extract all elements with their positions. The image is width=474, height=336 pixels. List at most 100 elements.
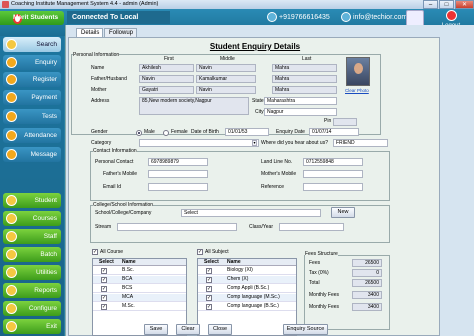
phone-icon: [267, 12, 277, 22]
subject-name-header: Name: [227, 259, 241, 265]
sidebar-item-courses[interactable]: Courses: [3, 211, 61, 226]
personal-info-heading: Personal Information: [73, 52, 120, 59]
row-select-checkbox[interactable]: ✓: [101, 304, 107, 310]
form-title: Student Enquiry Details: [209, 42, 301, 51]
course-select-header: Select: [99, 259, 114, 265]
pin-field[interactable]: [333, 118, 357, 126]
tab-followup[interactable]: Followup: [104, 28, 137, 37]
sidebar-item-student[interactable]: Student: [3, 193, 61, 208]
mother-last-field[interactable]: Mahra: [272, 86, 337, 94]
table-row[interactable]: ✓ Biology (XI): [198, 267, 296, 275]
category-select[interactable]: [139, 139, 259, 147]
save-button[interactable]: Save: [144, 324, 168, 335]
sidebar-item-configure[interactable]: Configure: [3, 301, 61, 316]
address-field[interactable]: 85,New modern society,Nagpur: [139, 97, 249, 115]
mother-middle-field[interactable]: Navin: [196, 86, 256, 94]
clear-photo-link[interactable]: Clear Photo: [345, 88, 369, 93]
mothers-mobile-field[interactable]: [303, 170, 363, 178]
subject-grid-header: Select Name: [198, 259, 296, 266]
gender-male-radio[interactable]: [136, 130, 142, 136]
close-button[interactable]: Close: [208, 324, 232, 335]
sidebar-item-utilities[interactable]: Utilities: [3, 265, 61, 280]
total-value[interactable]: 26500: [352, 279, 382, 287]
gender-female-radio[interactable]: [163, 130, 169, 136]
months-value[interactable]: 3400: [352, 291, 382, 299]
row-select-checkbox[interactable]: ✓: [101, 277, 107, 283]
monthly-value[interactable]: 3400: [352, 303, 382, 311]
last-name-field[interactable]: Mahra: [272, 64, 337, 72]
mother-first-field[interactable]: Gayatri: [139, 86, 194, 94]
sidebar-item-search[interactable]: Search: [3, 37, 61, 52]
student-photo[interactable]: [346, 57, 370, 86]
table-row[interactable]: ✓ BCA: [93, 276, 186, 284]
sidebar-item-tests[interactable]: Tests: [3, 109, 61, 124]
sidebar-item-message[interactable]: Message: [3, 147, 61, 162]
tab-details[interactable]: Details: [76, 28, 103, 37]
app-window: Coaching Institute Management System 4.4…: [0, 0, 474, 336]
stream-field[interactable]: [117, 223, 237, 231]
table-row[interactable]: ✓ M.Sc.: [93, 303, 186, 311]
email-field[interactable]: [148, 183, 208, 191]
table-row[interactable]: ✓ BCS: [93, 285, 186, 293]
table-row[interactable]: ✓ B.Sc.: [93, 267, 186, 275]
row-select-checkbox[interactable]: ✓: [101, 295, 107, 301]
row-name: Comp Appli (B.Sc.): [227, 285, 270, 291]
sidebar-item-register[interactable]: Register: [3, 72, 61, 87]
class-field[interactable]: [279, 223, 344, 231]
close-window-button[interactable]: ✕: [455, 0, 474, 9]
sidebar-item-reports[interactable]: Reports: [3, 283, 61, 298]
state-select[interactable]: Maharashtra: [264, 97, 337, 105]
register-icon: [6, 74, 17, 85]
fathers-mobile-field[interactable]: [148, 170, 208, 178]
row-select-checkbox[interactable]: ✓: [206, 295, 212, 301]
father-last-field[interactable]: Mahra: [272, 75, 337, 83]
student-icon: [6, 195, 17, 206]
table-row[interactable]: ✓ Comp language (M.Sc.): [198, 294, 296, 302]
sidebar-item-batch[interactable]: Batch: [3, 247, 61, 262]
sidebar-item-attendance[interactable]: Attendance: [3, 128, 61, 143]
landline-field[interactable]: 0712559848: [303, 158, 363, 166]
table-row[interactable]: ✓ Chem (X): [198, 276, 296, 284]
sidebar-item-staff[interactable]: Staff: [3, 229, 61, 244]
exit-icon: [6, 321, 17, 332]
father-middle-field[interactable]: Kamalkumar: [196, 75, 256, 83]
row-select-checkbox[interactable]: ✓: [206, 286, 212, 292]
email-contact: info@techior.com: [341, 12, 407, 23]
new-school-button[interactable]: New: [331, 207, 355, 218]
table-row[interactable]: ✓ Comp language (B.Sc.): [198, 303, 296, 311]
tax-value[interactable]: 0: [352, 269, 382, 277]
city-select[interactable]: Nagpur: [264, 108, 337, 116]
row-select-checkbox[interactable]: ✓: [101, 286, 107, 292]
father-first-field[interactable]: Navin: [139, 75, 194, 83]
dob-picker[interactable]: 01/01/53: [225, 128, 269, 136]
middle-name-field[interactable]: Navin: [196, 64, 256, 72]
school-select[interactable]: Select: [181, 209, 321, 217]
table-row[interactable]: ✓ MCA: [93, 294, 186, 302]
enquiry-source-button[interactable]: Enquiry Source: [283, 324, 328, 335]
stream-label: Stream: [95, 224, 112, 230]
personal-contact-field[interactable]: 6978989879: [148, 158, 208, 166]
row-name: Comp language (B.Sc.): [227, 303, 279, 309]
row-select-checkbox[interactable]: ✓: [206, 268, 212, 274]
sidebar-item-payment[interactable]: Payment: [3, 90, 61, 105]
maximize-button[interactable]: □: [439, 0, 454, 9]
phone-contact: +919766616435: [267, 12, 330, 23]
first-name-field[interactable]: Akhilesh: [139, 64, 194, 72]
reference-field[interactable]: [303, 183, 363, 191]
course-grid: Select Name ✓ B.Sc. ✓ BCA ✓ BCS ✓ MCA ✓ M.Sc.: [92, 258, 187, 336]
table-row[interactable]: ✓ Comp Appli (B.Sc.): [198, 285, 296, 293]
sidebar-item-enquiry[interactable]: Enquiry: [3, 55, 61, 70]
clear-button[interactable]: Clear: [176, 324, 200, 335]
row-select-checkbox[interactable]: ✓: [101, 268, 107, 274]
row-select-checkbox[interactable]: ✓: [206, 277, 212, 283]
hear-about-select[interactable]: FRIEND: [333, 139, 388, 147]
minimize-button[interactable]: –: [423, 0, 438, 9]
all-subject-checkbox[interactable]: ✓: [197, 249, 203, 255]
fees-value[interactable]: 26500: [352, 259, 382, 267]
monthly-label: Monthly Fees: [309, 304, 340, 310]
sidebar-item-exit[interactable]: Exit: [3, 319, 61, 334]
enquiry-date-picker[interactable]: 01/07/14: [309, 128, 359, 136]
row-select-checkbox[interactable]: ✓: [206, 304, 212, 310]
all-course-checkbox[interactable]: ✓: [92, 249, 98, 255]
search-icon: [6, 39, 17, 50]
